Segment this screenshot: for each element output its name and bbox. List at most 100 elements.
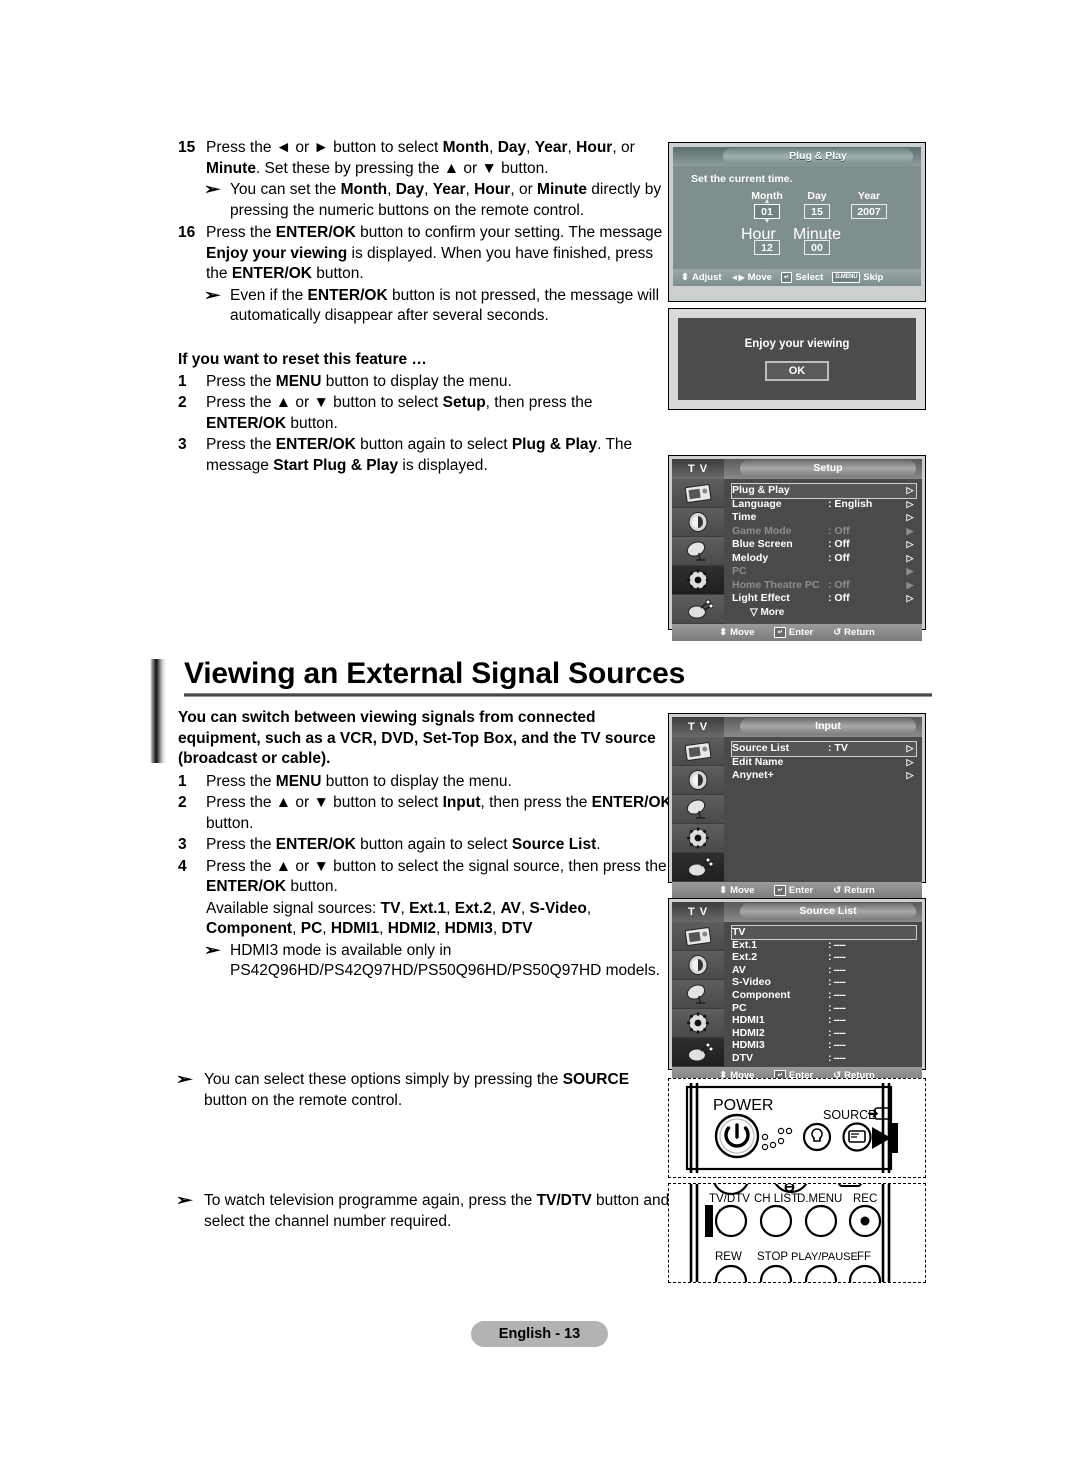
month-field[interactable]: 01 bbox=[754, 204, 780, 219]
source-row-hdmi2[interactable]: HDMI2 : ---- bbox=[732, 1027, 916, 1040]
input-plug-icon[interactable] bbox=[672, 853, 724, 882]
setup-gear-icon[interactable] bbox=[672, 566, 724, 595]
menu-item-anynet-plus[interactable]: Anynet+ ▷ bbox=[732, 769, 916, 783]
item-value: : Off bbox=[828, 524, 850, 537]
source-row-ext2[interactable]: Ext.2 : ---- bbox=[732, 951, 916, 964]
rew-text: REW bbox=[715, 1251, 742, 1263]
source-row-dtv[interactable]: DTV : ---- bbox=[732, 1052, 916, 1065]
reset-step-1: 1 Press the MENU button to display the m… bbox=[178, 372, 668, 393]
source-row-component[interactable]: Component : ---- bbox=[732, 989, 916, 1002]
source-row-hdmi3[interactable]: HDMI3 : ---- bbox=[732, 1039, 916, 1052]
source-row-tv[interactable]: TV bbox=[731, 925, 917, 940]
menu-item-source-list[interactable]: Source List : TV ▷ bbox=[731, 741, 917, 757]
setup-gear-icon[interactable] bbox=[672, 824, 724, 853]
hint-return: ↺ Return bbox=[833, 885, 875, 896]
heading-accent-bar bbox=[150, 659, 166, 763]
source-row-hdmi1[interactable]: HDMI1 : ---- bbox=[732, 1014, 916, 1027]
sound-icon[interactable] bbox=[672, 766, 724, 795]
menu-item-light-effect[interactable]: Light Effect : Off ▷ bbox=[732, 592, 916, 606]
channel-dish-icon[interactable] bbox=[672, 795, 724, 824]
source-value: : ---- bbox=[828, 1026, 846, 1039]
source-list-osd: T V Source List TV Ext.1: ---- Ext.2: … bbox=[668, 898, 926, 1084]
step-number: 15 bbox=[178, 139, 196, 156]
chevron-right-icon: ▷ bbox=[906, 743, 914, 753]
step-text: Press the ENTER/OK button again to selec… bbox=[206, 436, 633, 474]
osd-title: Setup bbox=[740, 460, 916, 477]
source-value: : ---- bbox=[828, 938, 846, 951]
step-15: 15 Press the ◄ or ► button to select Mon… bbox=[178, 138, 668, 179]
hint-label: Adjust bbox=[691, 272, 722, 283]
setup-gear-icon[interactable] bbox=[672, 1009, 724, 1038]
hdmi3-note: ➢ HDMI3 mode is available only in PS42Q9… bbox=[178, 941, 673, 982]
menu-item-melody[interactable]: Melody : Off ▷ bbox=[732, 552, 916, 566]
hint-label: Enter bbox=[788, 627, 814, 638]
hour-field[interactable]: 12 bbox=[754, 240, 780, 255]
item-value: : TV bbox=[828, 742, 848, 754]
source-row-ext1[interactable]: Ext.1 : ---- bbox=[732, 939, 916, 952]
source-row-av[interactable]: AV : ---- bbox=[732, 964, 916, 977]
tv-label: T V bbox=[672, 459, 724, 479]
sound-icon[interactable] bbox=[672, 508, 724, 537]
item-value: : Off bbox=[828, 538, 850, 550]
picture-icon[interactable] bbox=[672, 479, 724, 508]
source-text: SOURCE bbox=[823, 1108, 876, 1122]
step-number: 3 bbox=[178, 836, 187, 853]
source-value: : ---- bbox=[828, 963, 846, 976]
stop-text: STOP bbox=[757, 1251, 788, 1263]
reset-step-2: 2 Press the ▲ or ▼ button to select Setu… bbox=[178, 393, 668, 434]
chevron-right-icon: ▷ bbox=[906, 512, 914, 522]
picture-icon[interactable] bbox=[672, 737, 724, 766]
year-field[interactable]: 2007 bbox=[851, 204, 887, 219]
step-number: 3 bbox=[178, 436, 187, 453]
ff-text: FF bbox=[857, 1251, 871, 1263]
dmenu-key-icon: D.MENU bbox=[832, 272, 861, 283]
menu-item-plug-and-play[interactable]: Plug & Play ▷ bbox=[731, 483, 917, 499]
page-title: Viewing an External Signal Sources bbox=[184, 657, 686, 690]
menu-item-language[interactable]: Language : English ▷ bbox=[732, 498, 916, 512]
menu-item-blue-screen[interactable]: Blue Screen : Off ▷ bbox=[732, 538, 916, 552]
leftright-arrows-icon: ◄▶ bbox=[730, 273, 745, 282]
step-text: Press the ENTER/OK button again to selec… bbox=[206, 836, 601, 853]
source-row-pc[interactable]: PC : ---- bbox=[732, 1002, 916, 1015]
arrow-bullet-icon: ➢ bbox=[175, 1192, 193, 1209]
picture-icon[interactable] bbox=[672, 922, 724, 951]
step-number: 2 bbox=[178, 794, 187, 811]
hint-skip: D.MENU Skip bbox=[832, 272, 883, 283]
item-label: Source List bbox=[732, 742, 790, 754]
item-label: Language bbox=[732, 497, 782, 510]
sound-icon[interactable] bbox=[672, 951, 724, 980]
source-label: AV bbox=[732, 963, 746, 976]
input-plug-icon[interactable] bbox=[672, 1038, 724, 1067]
menu-item-time[interactable]: Time ▷ bbox=[732, 511, 916, 525]
source-label: S-Video bbox=[732, 976, 771, 989]
section-body: You can switch between viewing signals f… bbox=[178, 708, 673, 982]
source-step-4: 4 Press the ▲ or ▼ button to select the … bbox=[178, 857, 673, 898]
source-row-svideo[interactable]: S-Video : ---- bbox=[732, 976, 916, 989]
item-label: Edit Name bbox=[732, 755, 784, 768]
tvdtv-button-note: ➢ To watch television programme again, p… bbox=[175, 1191, 673, 1232]
osd-footer-hints: ⬍ Adjust ◄▶ Move ↵ Select D.MENU Skip bbox=[673, 269, 921, 286]
ok-button[interactable]: OK bbox=[764, 360, 830, 381]
minute-field[interactable]: 00 bbox=[804, 240, 830, 255]
channel-dish-icon[interactable] bbox=[672, 537, 724, 566]
item-label: Blue Screen bbox=[732, 538, 793, 550]
available-sources-text: Available signal sources: TV, Ext.1, Ext… bbox=[206, 899, 592, 938]
step-text: Press the MENU button to display the men… bbox=[206, 372, 512, 390]
menu-more-indicator[interactable]: ▽ More bbox=[732, 606, 916, 620]
osd-title-bar: Plug & Play bbox=[673, 147, 921, 166]
input-plug-icon[interactable] bbox=[672, 595, 724, 624]
hint-move: ◄▶ Move bbox=[731, 272, 772, 283]
osd-icon-sidebar bbox=[672, 479, 724, 624]
step-16-note: ➢ Even if the ENTER/OK button is not pre… bbox=[178, 286, 668, 327]
channel-dish-icon[interactable] bbox=[672, 980, 724, 1009]
hint-enter: ↵ Enter bbox=[774, 627, 813, 638]
menu-item-pc: PC ▶ bbox=[732, 565, 916, 579]
chlist-text: CH LIST bbox=[754, 1193, 798, 1205]
menu-item-edit-name[interactable]: Edit Name ▷ bbox=[732, 756, 916, 770]
day-field[interactable]: 15 bbox=[804, 204, 830, 219]
item-label: Game Mode bbox=[732, 524, 792, 537]
source-label: Ext.1 bbox=[732, 938, 758, 951]
hint-label: Enter bbox=[788, 885, 814, 896]
page-footer: English - 13 bbox=[471, 1321, 608, 1347]
tv-label: T V bbox=[672, 902, 724, 922]
